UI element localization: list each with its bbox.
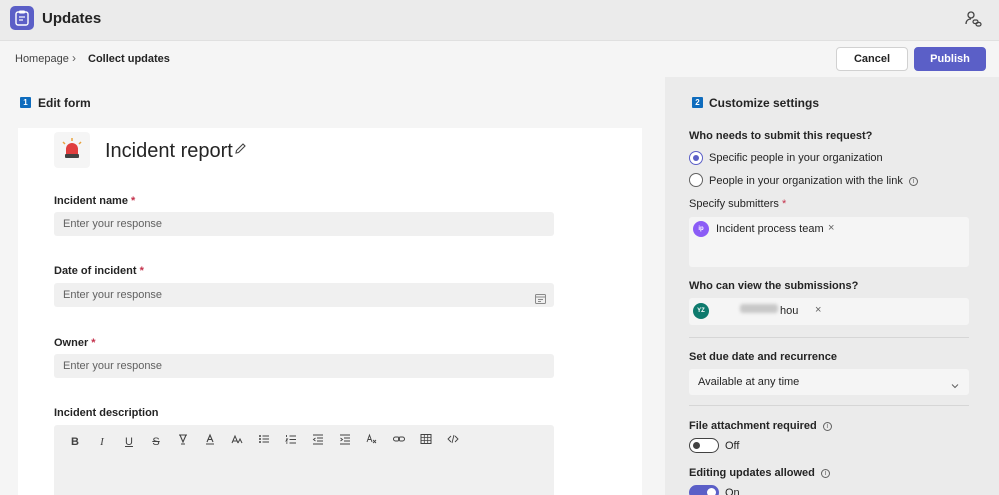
app-header: Updates: [0, 0, 999, 41]
incident-name-input[interactable]: Enter your response: [54, 212, 554, 236]
step-badge: 1: [20, 97, 31, 108]
code-icon[interactable]: [444, 433, 462, 451]
font-size-icon[interactable]: [228, 433, 246, 451]
due-date-value: Available at any time: [698, 376, 800, 388]
avatar: ip: [693, 221, 709, 237]
siren-icon: [54, 132, 90, 168]
date-of-incident-input[interactable]: Enter your response: [54, 283, 554, 307]
breadcrumb-current: Collect updates: [88, 53, 170, 65]
attachment-label: File attachment required i: [689, 420, 832, 432]
chevron-down-icon: [951, 377, 959, 395]
owner-input[interactable]: Enter your response: [54, 354, 554, 378]
bold-button[interactable]: B: [66, 433, 84, 451]
option-label-text: People in your organization with the lin…: [709, 175, 903, 187]
breadcrumb-chevron-icon: ›: [72, 51, 76, 65]
numbered-list-icon[interactable]: [282, 433, 300, 451]
date-of-incident-label: Date of incident *: [54, 265, 144, 277]
share-link-icon[interactable]: [963, 9, 983, 29]
calendar-icon[interactable]: [535, 289, 546, 304]
form-card: Incident report Incident name * Enter yo…: [18, 128, 642, 495]
date-of-incident-label-text: Date of incident: [54, 265, 137, 277]
strikethrough-button[interactable]: S: [147, 433, 165, 451]
step-badge: 2: [692, 97, 703, 108]
due-date-label: Set due date and recurrence: [689, 351, 837, 363]
form-title: Incident report: [105, 140, 233, 162]
editing-toggle[interactable]: [689, 485, 719, 495]
submitters-label: Specify submitters *: [689, 198, 786, 210]
bulleted-list-icon[interactable]: [255, 433, 273, 451]
option-label-specific-people: Specific people in your organization: [709, 152, 883, 164]
remove-viewer-close-icon[interactable]: ×: [815, 304, 821, 316]
table-icon[interactable]: [417, 433, 435, 451]
attachment-label-text: File attachment required: [689, 420, 817, 432]
option-label-people-with-link: People in your organization with the lin…: [709, 175, 918, 187]
info-icon[interactable]: i: [822, 422, 832, 431]
submitters-picker[interactable]: ip Incident process team ×: [689, 217, 969, 267]
edit-form-panel: 1 Edit form Incident report Incident nam…: [0, 77, 665, 495]
editing-label-text: Editing updates allowed: [689, 467, 815, 479]
app-title: Updates: [42, 10, 102, 27]
editing-label: Editing updates allowed i: [689, 467, 830, 479]
link-icon[interactable]: [390, 433, 408, 451]
incident-name-label: Incident name *: [54, 195, 135, 207]
radio-people-with-link[interactable]: [689, 173, 703, 187]
incident-name-label-text: Incident name: [54, 195, 128, 207]
cancel-button[interactable]: Cancel: [836, 47, 908, 71]
attachment-state: Off: [725, 440, 740, 452]
due-date-dropdown[interactable]: Available at any time: [689, 369, 969, 395]
underline-button[interactable]: U: [120, 433, 138, 451]
increase-indent-icon[interactable]: [336, 433, 354, 451]
clear-formatting-icon[interactable]: [363, 433, 381, 451]
editing-state: On: [725, 487, 740, 495]
required-marker: *: [139, 265, 144, 277]
breadcrumb-home-link[interactable]: Homepage: [15, 53, 69, 65]
font-color-icon[interactable]: [201, 433, 219, 451]
incident-description-editor[interactable]: B I U S: [54, 425, 554, 495]
incident-description-label: Incident description: [54, 407, 159, 419]
remove-submitter-close-icon[interactable]: ×: [828, 222, 834, 234]
view-question: Who can view the submissions?: [689, 280, 859, 292]
info-icon[interactable]: i: [908, 177, 918, 186]
decrease-indent-icon[interactable]: [309, 433, 327, 451]
divider: [689, 337, 969, 338]
attachment-toggle[interactable]: [689, 438, 719, 453]
info-icon[interactable]: i: [820, 469, 830, 478]
publish-button[interactable]: Publish: [914, 47, 986, 71]
redacted-name: [740, 304, 778, 313]
owner-label: Owner *: [54, 337, 96, 349]
submit-question: Who needs to submit this request?: [689, 130, 873, 142]
required-marker: *: [91, 337, 96, 349]
divider: [689, 405, 969, 406]
customize-settings-panel: 2 Customize settings Who needs to submit…: [665, 77, 999, 495]
required-marker: *: [131, 195, 136, 207]
italic-button[interactable]: I: [93, 433, 111, 451]
viewer-chip-name: hou: [780, 305, 799, 317]
section-title: Edit form: [38, 96, 91, 110]
date-placeholder: Enter your response: [63, 289, 163, 301]
viewers-picker[interactable]: YZ hou ×: [689, 298, 969, 325]
submitter-chip-name: Incident process team: [716, 223, 824, 235]
section-title: Customize settings: [709, 96, 820, 110]
owner-label-text: Owner: [54, 337, 89, 349]
submitters-label-text: Specify submitters: [689, 198, 779, 210]
highlight-icon[interactable]: [174, 433, 192, 451]
updates-app-icon: [10, 6, 34, 30]
pencil-icon[interactable]: [234, 142, 247, 155]
required-marker: *: [781, 198, 787, 210]
breadcrumb: Homepage › Collect updates Cancel Publis…: [0, 41, 999, 77]
radio-specific-people[interactable]: [689, 151, 703, 165]
avatar: YZ: [693, 303, 709, 319]
